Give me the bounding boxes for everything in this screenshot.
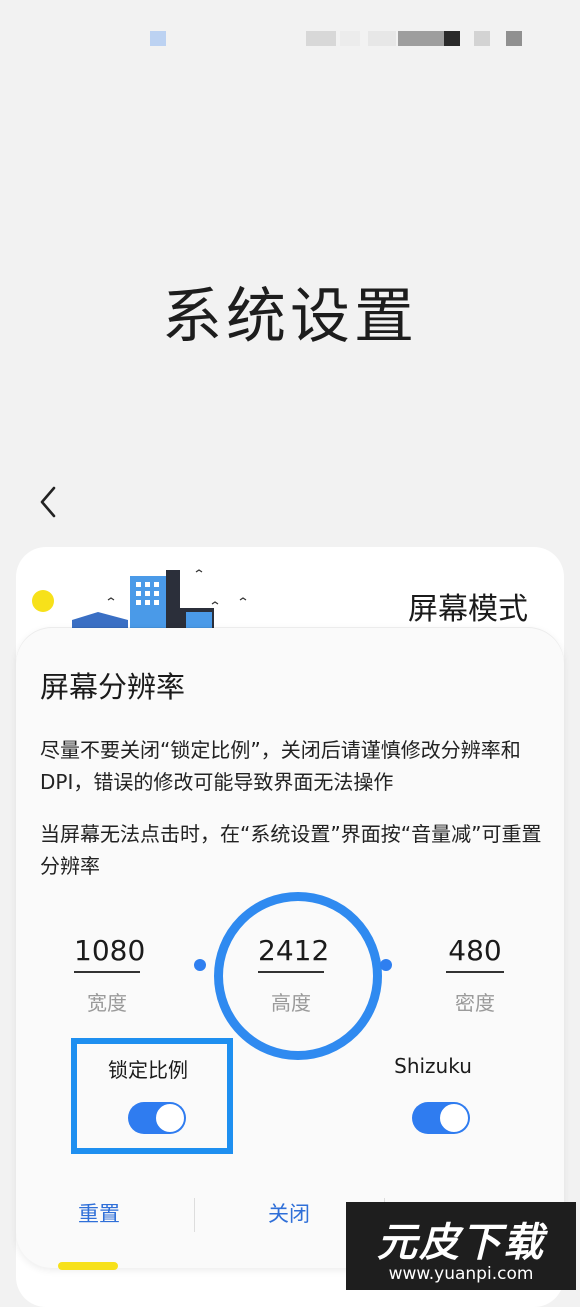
lock-ratio-toggle[interactable] xyxy=(128,1102,186,1134)
status-icon xyxy=(398,31,444,46)
status-icon xyxy=(150,31,166,46)
density-label: 密度 xyxy=(455,991,495,1015)
dialog-title: 屏幕分辨率 xyxy=(40,670,186,704)
page-title: 系统设置 xyxy=(162,282,418,352)
status-icon xyxy=(368,31,396,46)
status-icon xyxy=(444,31,460,46)
shizuku-label: Shizuku xyxy=(394,1054,472,1078)
status-bar xyxy=(0,0,580,70)
status-icon xyxy=(474,31,490,46)
reset-hint-text: 当屏幕无法点击时，在“系统设置”界面按“音量减”可重置分辨率 xyxy=(40,822,542,878)
watermark: 元皮下载 www.yuanpi.com xyxy=(346,1202,576,1290)
height-label: 高度 xyxy=(271,991,311,1015)
lock-ratio-label: 锁定比例 xyxy=(108,1058,188,1082)
watermark-url: www.yuanpi.com xyxy=(388,1264,534,1284)
back-button[interactable] xyxy=(28,480,68,524)
button-divider xyxy=(194,1198,195,1232)
width-value[interactable]: 1080 xyxy=(74,934,145,973)
connector-dot xyxy=(194,959,206,971)
toggle-knob xyxy=(439,1103,469,1133)
sun-illustration xyxy=(32,590,54,612)
shizuku-toggle[interactable] xyxy=(412,1102,470,1134)
battery-icon xyxy=(506,31,522,46)
connector-dot xyxy=(380,959,392,971)
city-illustration xyxy=(72,569,247,630)
height-field[interactable]: 2412 高度 xyxy=(258,934,329,1016)
density-field[interactable]: 480 密度 xyxy=(446,934,504,1016)
chevron-left-icon xyxy=(40,486,56,518)
reset-button[interactable]: 重置 xyxy=(78,1198,120,1228)
warning-text: 尽量不要关闭“锁定比例”，关闭后请谨慎修改分辨率和DPI，错误的修改可能导致界面… xyxy=(40,738,521,794)
height-value[interactable]: 2412 xyxy=(258,934,329,973)
resolution-dialog: 屏幕分辨率 尽量不要关闭“锁定比例”，关闭后请谨慎修改分辨率和DPI，错误的修改… xyxy=(16,628,564,1268)
density-value[interactable]: 480 xyxy=(446,934,504,973)
bg-decoration xyxy=(58,1262,118,1270)
status-icon xyxy=(306,31,336,46)
status-icon xyxy=(340,31,360,46)
width-label: 宽度 xyxy=(87,991,127,1015)
close-button[interactable]: 关闭 xyxy=(268,1198,310,1228)
width-field[interactable]: 1080 宽度 xyxy=(74,934,145,1016)
screen-mode-title: 屏幕模式 xyxy=(408,592,528,627)
watermark-logo-text: 元皮下载 xyxy=(377,1220,545,1266)
toggle-knob xyxy=(155,1103,185,1133)
